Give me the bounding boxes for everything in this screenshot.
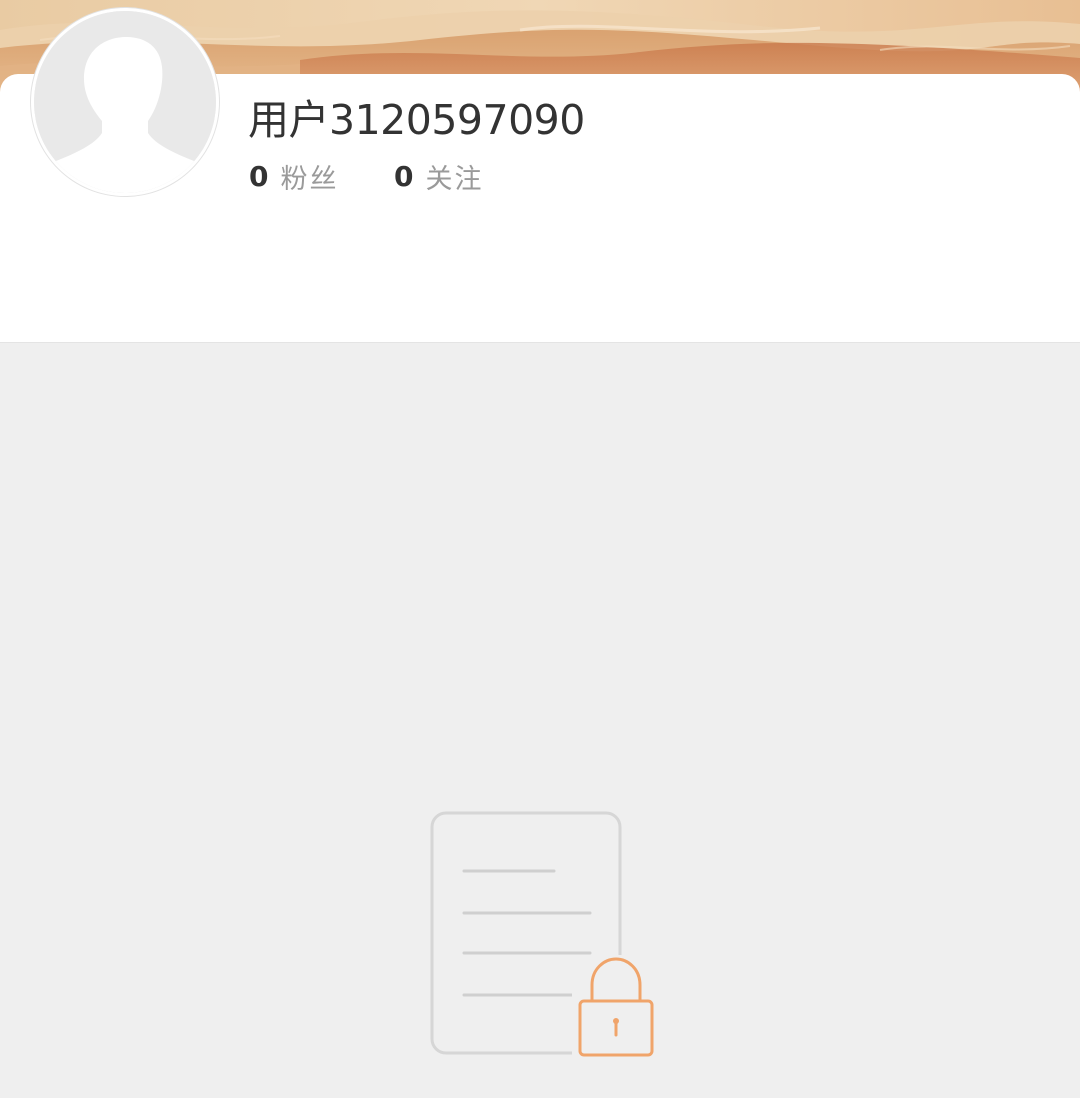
following-label: 关注 — [425, 163, 484, 195]
avatar[interactable] — [31, 8, 219, 196]
following-stat[interactable]: 0 关注 — [394, 156, 483, 196]
username: 用户3120597090 — [248, 96, 585, 144]
following-count: 0 — [394, 159, 414, 193]
locked-document-icon — [420, 805, 670, 1065]
followers-label: 粉丝 — [280, 163, 339, 195]
profile-page: 用户3120597090 0 粉丝 0 关注 — [0, 0, 1080, 1098]
followers-stat[interactable]: 0 粉丝 — [249, 156, 338, 196]
followers-count: 0 — [249, 159, 269, 193]
default-avatar-icon — [34, 11, 216, 193]
section-divider — [0, 342, 1080, 343]
